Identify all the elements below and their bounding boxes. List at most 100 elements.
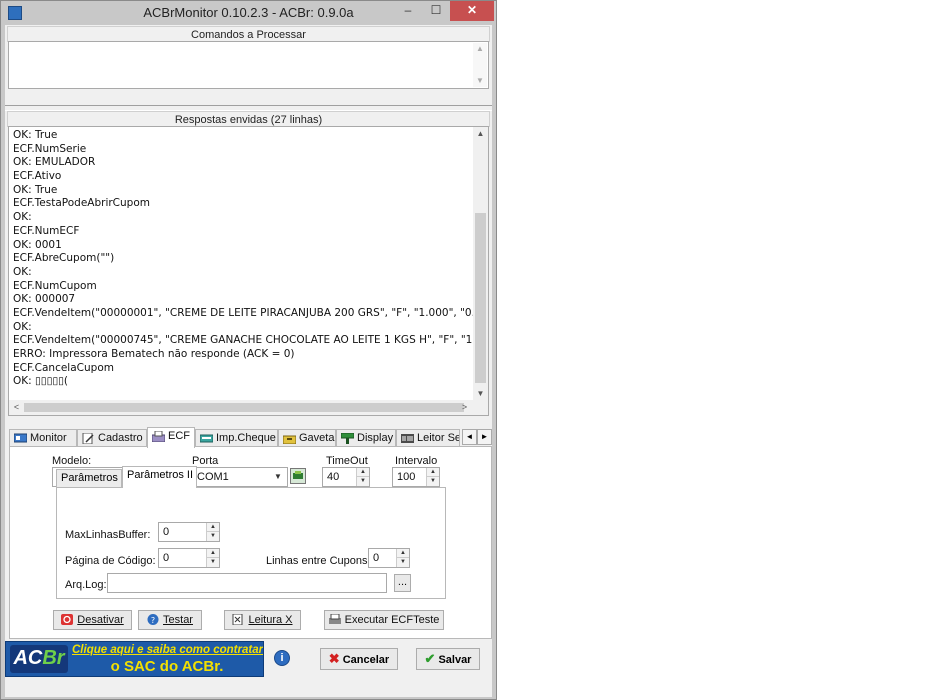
- tab-label: Monitor: [30, 432, 67, 444]
- modelo-label: Modelo:: [52, 455, 92, 467]
- spin-up-icon[interactable]: ▲: [207, 523, 219, 532]
- porta-value: COM1: [197, 471, 229, 483]
- maximize-button[interactable]: ☐: [422, 1, 450, 21]
- tab-scroll-right-icon[interactable]: ►: [477, 429, 492, 445]
- cancelar-button[interactable]: ✖ Cancelar: [320, 648, 398, 670]
- sac-banner[interactable]: ACBr Clique aqui e saiba como contratar …: [5, 641, 264, 677]
- close-button[interactable]: ✕: [450, 1, 494, 21]
- spinner-buttons[interactable]: ▲ ▼: [426, 468, 439, 486]
- scroll-thumb[interactable]: [475, 213, 486, 383]
- timeout-label: TimeOut: [326, 455, 368, 467]
- port-config-icon[interactable]: [290, 468, 306, 484]
- subtab-parametros-1[interactable]: Parâmetros I: [56, 469, 122, 487]
- banner-line1: Clique aqui e saiba como contratar: [72, 644, 264, 656]
- response-line: OK:: [13, 320, 32, 333]
- scroll-left-icon[interactable]: <: [9, 400, 24, 415]
- tab-display[interactable]: Display: [336, 429, 396, 447]
- testar-button[interactable]: ? Testar: [138, 610, 202, 630]
- response-line: ECF.VendeItem("00000001", "CREME DE LEIT…: [13, 306, 473, 319]
- response-line: ERRO: Impressora Bematech não responde (…: [13, 348, 295, 360]
- help-icon: ?: [147, 614, 159, 625]
- minimize-button[interactable]: –: [394, 1, 422, 21]
- tab-imp-cheque[interactable]: Imp.Cheque: [195, 429, 278, 447]
- response-line: OK: 0001: [13, 238, 62, 251]
- scroll-thumb[interactable]: [24, 403, 464, 412]
- leitura-x-button[interactable]: Leitura X: [224, 610, 301, 630]
- tab-bar: Monitor Cadastro ECF Imp.Cheque Gaveta D…: [9, 427, 492, 448]
- tab-leitor-serial[interactable]: Leitor Se: [396, 429, 460, 447]
- logo-ac: AC: [13, 647, 43, 669]
- cancel-x-icon: ✖: [328, 651, 340, 666]
- responses-header: Respostas envidas (27 linhas): [7, 111, 490, 127]
- response-line: ECF.AbreCupom(""): [13, 252, 115, 265]
- tab-scroll-left-icon[interactable]: ◄: [462, 429, 477, 445]
- tab-monitor[interactable]: Monitor: [9, 429, 77, 447]
- spin-down-icon[interactable]: ▼: [427, 477, 439, 486]
- gaveta-icon: [283, 435, 296, 444]
- pagina-codigo-spinner[interactable]: 0 ▲ ▼: [158, 548, 220, 568]
- spinner-buttons[interactable]: ▲ ▼: [356, 468, 369, 486]
- executar-ecfteste-button[interactable]: Executar ECFTeste: [324, 610, 444, 630]
- desativar-button[interactable]: Desativar: [53, 610, 132, 630]
- intervalo-value: 100: [397, 471, 416, 483]
- linhas-cupons-value: 0: [373, 552, 380, 564]
- response-line: OK:: [13, 265, 32, 278]
- power-icon: [61, 614, 74, 625]
- spinner-buttons[interactable]: ▲ ▼: [206, 523, 219, 541]
- responses-vscrollbar[interactable]: ▲ ▼: [473, 127, 488, 401]
- spin-up-icon[interactable]: ▲: [397, 549, 409, 558]
- salvar-button[interactable]: ✔ Salvar: [416, 648, 480, 670]
- response-line: OK: 000007: [13, 293, 76, 306]
- scroll-up-icon[interactable]: ▲: [473, 43, 487, 55]
- subtab-parametros-2[interactable]: Parâmetros II: [122, 466, 197, 488]
- response-line: OK: True: [13, 129, 58, 141]
- spin-down-icon[interactable]: ▼: [397, 558, 409, 567]
- spin-down-icon[interactable]: ▼: [357, 477, 369, 486]
- tab-label: Cadastro: [98, 432, 143, 444]
- intervalo-label: Intervalo: [395, 455, 438, 467]
- responses-lines: OK: True ECF.NumSerie OK: EMULADOR ECF.Ativ…: [13, 129, 473, 389]
- commands-textarea[interactable]: ▲ ▼: [8, 41, 489, 89]
- scroll-down-icon[interactable]: ▼: [473, 387, 488, 401]
- spinner-buttons[interactable]: ▲ ▼: [206, 549, 219, 567]
- cadastro-icon: [82, 433, 94, 444]
- timeout-spinner[interactable]: 40 ▲ ▼: [322, 467, 370, 487]
- display-icon: [341, 433, 354, 444]
- spinner-buttons[interactable]: ▲ ▼: [396, 549, 409, 567]
- ecf-icon: [152, 431, 165, 442]
- responses-hscrollbar[interactable]: < >: [9, 400, 488, 415]
- tab-label: Leitor Se: [417, 432, 460, 444]
- intervalo-spinner[interactable]: 100 ▲ ▼: [392, 467, 440, 487]
- response-line: OK:: [13, 211, 32, 224]
- tab-gaveta[interactable]: Gaveta: [278, 429, 336, 447]
- spin-down-icon[interactable]: ▼: [207, 558, 219, 567]
- browse-button[interactable]: ...: [394, 574, 411, 592]
- info-icon[interactable]: i: [274, 650, 290, 666]
- tab-ecf[interactable]: ECF: [147, 427, 195, 448]
- timeout-value: 40: [327, 471, 340, 483]
- scroll-up-icon[interactable]: ▲: [473, 127, 488, 141]
- spin-up-icon[interactable]: ▲: [207, 549, 219, 558]
- tab-label: Gaveta: [299, 432, 335, 444]
- printer-icon: [328, 614, 341, 624]
- tab-cadastro[interactable]: Cadastro: [77, 429, 147, 447]
- scroll-down-icon[interactable]: ▼: [473, 75, 487, 87]
- response-line: ECF.CancelaCupom: [13, 361, 114, 374]
- maxlinhas-spinner[interactable]: 0 ▲ ▼: [158, 522, 220, 542]
- testar-label: Testar: [163, 614, 193, 626]
- spin-up-icon[interactable]: ▲: [357, 468, 369, 477]
- svg-text:?: ?: [151, 616, 155, 625]
- spin-down-icon[interactable]: ▼: [207, 532, 219, 541]
- commands-scrollbar[interactable]: ▲ ▼: [473, 43, 487, 87]
- spin-up-icon[interactable]: ▲: [427, 468, 439, 477]
- maxlinhas-label: MaxLinhasBuffer:: [65, 529, 151, 541]
- response-line: ECF.VendeItem("00000745", "CREME GANACHE…: [13, 334, 473, 347]
- linhas-cupons-label: Linhas entre Cupons: [266, 555, 368, 567]
- response-line: OK: True: [13, 183, 58, 196]
- responses-memo[interactable]: OK: True ECF.NumSerie OK: EMULADOR ECF.Ativ…: [8, 126, 489, 416]
- tab-label: ECF: [168, 430, 190, 442]
- porta-select[interactable]: COM1 ▼: [192, 467, 288, 487]
- scroll-right-icon[interactable]: >: [457, 400, 472, 415]
- arqlog-input[interactable]: [107, 573, 387, 593]
- linhas-cupons-spinner[interactable]: 0 ▲ ▼: [368, 548, 410, 568]
